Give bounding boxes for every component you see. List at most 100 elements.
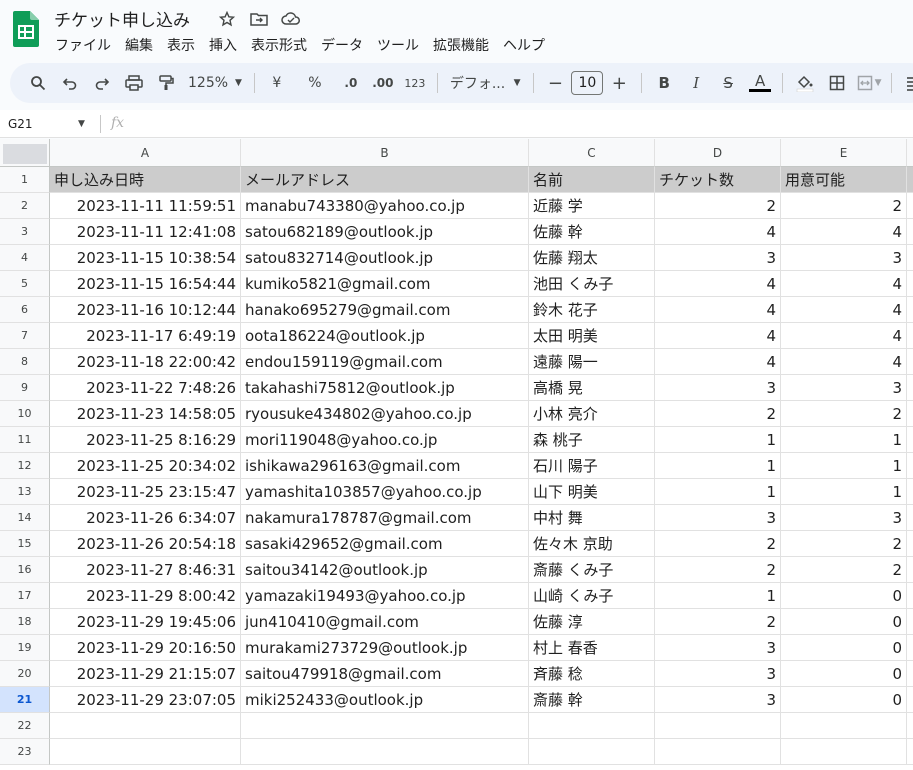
table-cell[interactable]: 鈴木 花子: [529, 297, 655, 323]
column-header-e[interactable]: E: [781, 139, 907, 167]
table-cell[interactable]: ishikawa296163@gmail.com: [241, 453, 529, 479]
table-cell[interactable]: 2023-11-29 8:00:42: [50, 583, 241, 609]
table-cell[interactable]: 4: [655, 323, 781, 349]
table-cell[interactable]: 2023-11-22 7:48:26: [50, 375, 241, 401]
row-header[interactable]: 9: [0, 375, 50, 401]
table-cell[interactable]: 佐藤 翔太: [529, 245, 655, 271]
chevron-down-icon[interactable]: ▼: [78, 119, 85, 129]
header-cell[interactable]: チケット数: [655, 167, 781, 193]
table-cell[interactable]: [907, 167, 913, 193]
menu-view[interactable]: 表示: [160, 33, 202, 57]
table-cell[interactable]: 3: [655, 505, 781, 531]
row-header[interactable]: 12: [0, 453, 50, 479]
paint-format-icon[interactable]: [152, 69, 180, 97]
table-cell[interactable]: 2: [655, 557, 781, 583]
table-cell[interactable]: 斎藤 くみ子: [529, 557, 655, 583]
table-cell[interactable]: 佐藤 幹: [529, 219, 655, 245]
row-header[interactable]: 1: [0, 167, 50, 193]
table-cell[interactable]: 4: [781, 271, 907, 297]
row-header[interactable]: 3: [0, 219, 50, 245]
table-cell[interactable]: murakami273729@outlook.jp: [241, 635, 529, 661]
table-cell[interactable]: 0: [781, 609, 907, 635]
fill-color-icon[interactable]: [791, 69, 819, 97]
table-cell[interactable]: yamashita103857@yahoo.co.jp: [241, 479, 529, 505]
table-cell[interactable]: [50, 739, 241, 765]
borders-icon[interactable]: [823, 69, 851, 97]
text-color-icon[interactable]: A: [746, 69, 774, 97]
menu-help[interactable]: ヘルプ: [496, 33, 552, 57]
table-cell[interactable]: 1: [781, 427, 907, 453]
table-cell[interactable]: [907, 583, 913, 609]
undo-icon[interactable]: [56, 69, 84, 97]
table-cell[interactable]: 2: [781, 401, 907, 427]
menu-extensions[interactable]: 拡張機能: [426, 33, 496, 57]
table-cell[interactable]: 0: [781, 687, 907, 713]
table-cell[interactable]: 池田 くみ子: [529, 271, 655, 297]
table-cell[interactable]: 2023-11-29 23:07:05: [50, 687, 241, 713]
row-header[interactable]: 22: [0, 713, 50, 739]
table-cell[interactable]: 3: [655, 661, 781, 687]
table-cell[interactable]: 2023-11-29 19:45:06: [50, 609, 241, 635]
row-header[interactable]: 19: [0, 635, 50, 661]
row-header[interactable]: 4: [0, 245, 50, 271]
table-cell[interactable]: 2023-11-15 10:38:54: [50, 245, 241, 271]
table-cell[interactable]: 2023-11-26 6:34:07: [50, 505, 241, 531]
table-cell[interactable]: [529, 739, 655, 765]
table-cell[interactable]: 2023-11-25 23:15:47: [50, 479, 241, 505]
column-header-f[interactable]: [907, 139, 913, 167]
table-cell[interactable]: 3: [781, 375, 907, 401]
table-cell[interactable]: 村上 春香: [529, 635, 655, 661]
decrease-decimal-button[interactable]: .0: [337, 69, 365, 97]
table-cell[interactable]: 佐々木 京助: [529, 531, 655, 557]
table-cell[interactable]: [655, 739, 781, 765]
table-cell[interactable]: yamazaki19493@yahoo.co.jp: [241, 583, 529, 609]
table-cell[interactable]: [907, 557, 913, 583]
table-cell[interactable]: 0: [781, 635, 907, 661]
table-cell[interactable]: [907, 713, 913, 739]
table-cell[interactable]: 3: [655, 687, 781, 713]
table-cell[interactable]: 2: [781, 193, 907, 219]
table-cell[interactable]: 斉藤 稔: [529, 661, 655, 687]
table-cell[interactable]: 近藤 学: [529, 193, 655, 219]
row-header[interactable]: 2: [0, 193, 50, 219]
table-cell[interactable]: satou682189@outlook.jp: [241, 219, 529, 245]
table-cell[interactable]: 遠藤 陽一: [529, 349, 655, 375]
increase-decimal-button[interactable]: .00: [369, 69, 397, 97]
menu-insert[interactable]: 挿入: [202, 33, 244, 57]
table-cell[interactable]: 2023-11-11 12:41:08: [50, 219, 241, 245]
font-family-select[interactable]: デフォ... ▼: [446, 69, 525, 97]
table-cell[interactable]: 1: [655, 479, 781, 505]
table-cell[interactable]: 3: [781, 505, 907, 531]
table-cell[interactable]: 2023-11-29 20:16:50: [50, 635, 241, 661]
table-cell[interactable]: 2023-11-27 8:46:31: [50, 557, 241, 583]
table-cell[interactable]: 2: [655, 193, 781, 219]
percent-format-button[interactable]: %: [301, 69, 329, 97]
table-cell[interactable]: [907, 245, 913, 271]
table-cell[interactable]: [907, 219, 913, 245]
row-header[interactable]: 8: [0, 349, 50, 375]
table-cell[interactable]: 1: [655, 453, 781, 479]
table-cell[interactable]: 小林 亮介: [529, 401, 655, 427]
table-cell[interactable]: 4: [781, 323, 907, 349]
table-cell[interactable]: 2023-11-23 14:58:05: [50, 401, 241, 427]
table-cell[interactable]: jun410410@gmail.com: [241, 609, 529, 635]
redo-icon[interactable]: [88, 69, 116, 97]
table-cell[interactable]: [907, 401, 913, 427]
table-cell[interactable]: 斎藤 幹: [529, 687, 655, 713]
search-menus-icon[interactable]: [24, 69, 52, 97]
table-cell[interactable]: [907, 505, 913, 531]
table-cell[interactable]: 山下 明美: [529, 479, 655, 505]
menu-edit[interactable]: 編集: [118, 33, 160, 57]
table-cell[interactable]: 1: [781, 479, 907, 505]
decrease-font-size-icon[interactable]: −: [541, 69, 569, 97]
bold-icon[interactable]: B: [650, 69, 678, 97]
font-size-input[interactable]: 10: [571, 71, 604, 95]
table-cell[interactable]: [907, 427, 913, 453]
table-cell[interactable]: [907, 349, 913, 375]
row-header[interactable]: 16: [0, 557, 50, 583]
table-cell[interactable]: 2023-11-15 16:54:44: [50, 271, 241, 297]
table-cell[interactable]: 佐藤 淳: [529, 609, 655, 635]
star-icon[interactable]: [216, 8, 238, 30]
table-cell[interactable]: 2023-11-26 20:54:18: [50, 531, 241, 557]
table-cell[interactable]: 1: [655, 583, 781, 609]
